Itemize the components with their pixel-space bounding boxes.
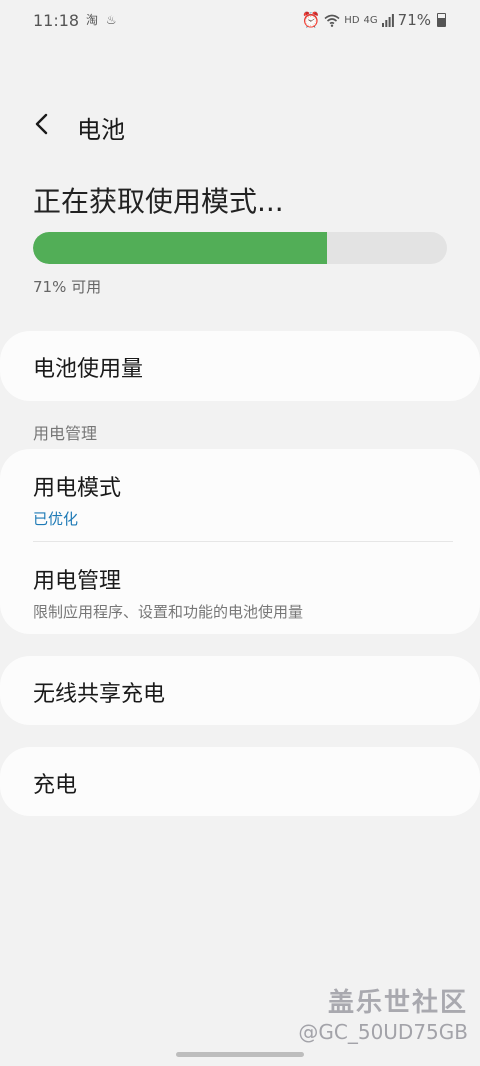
- power-settings-card: 用电模式 已优化 用电管理 限制应用程序、设置和功能的电池使用量: [0, 449, 480, 634]
- battery-available-text: 71% 可用: [33, 278, 102, 296]
- power-mode-item[interactable]: 用电模式 已优化: [0, 449, 480, 541]
- power-mode-label: 用电模式: [33, 476, 122, 501]
- back-arrow-icon: [35, 113, 48, 135]
- wireless-share-item[interactable]: 无线共享充电: [0, 656, 480, 708]
- battery-usage-item[interactable]: 电池使用量: [0, 331, 480, 383]
- battery-level-bar: [33, 232, 447, 264]
- hd-icon: HD: [344, 14, 360, 26]
- wireless-share-card[interactable]: 无线共享充电: [0, 656, 480, 725]
- section-power-management: 用电管理: [33, 424, 98, 443]
- charging-item[interactable]: 充电: [0, 747, 480, 799]
- back-button[interactable]: [26, 108, 58, 140]
- wireless-share-label: 无线共享充电: [33, 682, 166, 707]
- page-title: 电池: [77, 116, 125, 144]
- charging-card[interactable]: 充电: [0, 747, 480, 816]
- usage-mode-status: 正在获取使用模式...: [33, 185, 284, 218]
- power-mode-status: 已优化: [33, 510, 79, 528]
- network-type-icon: 4G: [363, 14, 378, 26]
- power-management-description: 限制应用程序、设置和功能的电池使用量: [33, 603, 304, 621]
- notification-icons: 淘 ♨: [86, 13, 119, 27]
- battery-level-fill: [33, 232, 327, 264]
- navigation-handle[interactable]: [176, 1052, 304, 1057]
- alarm-icon: ⏰: [301, 11, 321, 29]
- app-header: 电池: [0, 104, 480, 144]
- status-right: ⏰ HD 4G 71%: [302, 11, 446, 29]
- battery-usage-card[interactable]: 电池使用量: [0, 331, 480, 401]
- wifi-icon: [324, 14, 340, 27]
- power-management-item[interactable]: 用电管理 限制应用程序、设置和功能的电池使用量: [0, 542, 480, 622]
- status-bar: 11:18 淘 ♨ ⏰ HD 4G 71%: [0, 0, 480, 42]
- status-time: 11:18: [33, 11, 80, 30]
- watermark-user: @GC_50UD75GB: [298, 1020, 468, 1044]
- watermark-brand: 盖乐世社区: [327, 988, 468, 1018]
- signal-icon: [381, 13, 394, 27]
- battery-icon: [437, 13, 446, 27]
- battery-usage-label: 电池使用量: [33, 357, 144, 382]
- power-management-label: 用电管理: [33, 569, 122, 594]
- battery-percent: 71%: [397, 11, 431, 29]
- charging-label: 充电: [33, 773, 78, 798]
